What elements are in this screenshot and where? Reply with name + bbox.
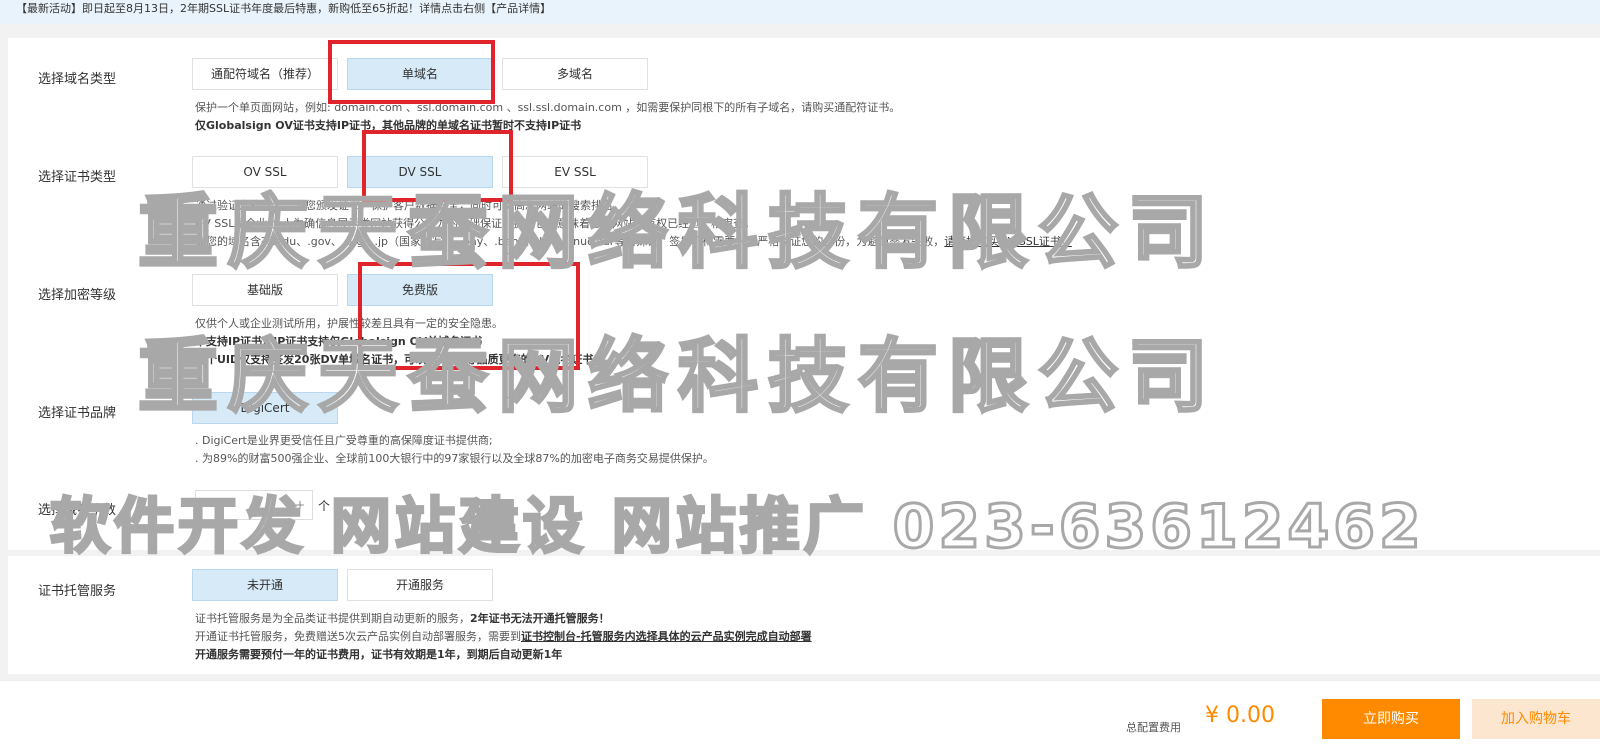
encryption-desc-3: 每个UID仅支持签发20张DV单域名证书，可以购买OV等品质更高的DV域名证书 (195, 353, 594, 366)
domain-type-note: 仅Globalsign OV证书支持IP证书，其他品牌的单域名证书暂时不支持IP… (195, 119, 582, 132)
cert-brand-label: 选择证书品牌 (38, 406, 117, 421)
cert-type-desc-1: 通过验证您的域名，为您颁发证书，保护客户数据安全，同时可提高您网站的搜索排名。 (195, 199, 624, 212)
cert-type-desc-2: DV SSL是企业/个人为确信息展示类网站获得公信力的基础保证，拥有它才意味着您… (195, 217, 756, 230)
option-dv-ssl[interactable]: DV SSL (347, 156, 493, 188)
add-to-cart-button[interactable]: 加入购物车 (1472, 699, 1600, 739)
option-free-edition[interactable]: 免费版 (347, 274, 493, 306)
brand-desc-2: . 为89%的财富500强企业、全球前100大银行中的97家银行以及全球87%的… (195, 452, 714, 465)
option-basic-edition[interactable]: 基础版 (192, 274, 338, 306)
hosting-label: 证书托管服务 (38, 584, 117, 599)
brand-desc-1: . DigiCert是业界更受信任且广受尊重的高保障度证书提供商; (195, 434, 493, 447)
domain-count-label: 选择域名个数 (38, 503, 117, 518)
total-cost-label: 总配置费用 (1126, 721, 1181, 734)
encryption-level-label: 选择加密等级 (38, 288, 117, 303)
promo-notice[interactable]: 【最新活动】即日起至8月13日，2年期SSL证书年度最后特惠，新购低至65折起！… (0, 0, 1600, 24)
hosting-desc-3: 开通服务需要预付一年的证书费用，证书有效期是1年，到期后自动更新1年 (195, 648, 563, 661)
domain-count-stepper: - + (195, 490, 313, 520)
option-ev-ssl[interactable]: EV SSL (502, 156, 648, 188)
option-single-domain[interactable]: 单域名 (347, 58, 493, 90)
encryption-desc-2: 不支持IP证书，IP证书支持仅Globalsign OV单域名证书 (195, 335, 483, 348)
option-hosting-on[interactable]: 开通服务 (347, 569, 493, 601)
total-price: ¥ 0.00 (1205, 703, 1275, 728)
domain-count-unit: 个 (318, 499, 331, 513)
increment-button[interactable]: + (288, 491, 312, 519)
hosting-desc-1: 证书托管服务是为全品类证书提供到期自动更新的服务，2年证书无法开通托管服务！ (195, 612, 610, 625)
decrement-button[interactable]: - (196, 491, 220, 519)
domain-type-desc: 保护一个单页面网站，例如: domain.com 、ssl.domain.com… (195, 101, 901, 114)
cert-type-desc-3: 如您的域名含有.edu、.gov、.org、.jp（国家缩写）、.pay、.ba… (195, 235, 1072, 248)
cert-type-label: 选择证书类型 (38, 170, 117, 185)
option-wildcard-domain[interactable]: 通配符域名（推荐） (192, 58, 338, 90)
option-digicert[interactable]: DigiCert (192, 392, 338, 424)
buy-now-button[interactable]: 立即购买 (1322, 699, 1460, 739)
option-multi-domain[interactable]: 多域名 (502, 58, 648, 90)
encryption-desc-1: 仅供个人或企业测试所用，护展性较差且具有一定的安全隐患。 (195, 317, 503, 330)
option-ov-ssl[interactable]: OV SSL (192, 156, 338, 188)
domain-type-label: 选择域名类型 (38, 72, 117, 87)
buy-ov-ssl-link[interactable]: 请直接购买OV SSL证书。 (944, 235, 1072, 248)
hosting-console-link[interactable]: 证书控制台-托管服务内选择具体的云产品实例完成自动部署 (521, 630, 812, 643)
domain-count-input[interactable] (220, 491, 288, 519)
hosting-desc-2: 开通证书托管服务，免费赠送5次云产品实例自动部署服务，需要到证书控制台-托管服务… (195, 630, 812, 643)
option-hosting-off[interactable]: 未开通 (192, 569, 338, 601)
purchase-bar: 总配置费用 ¥ 0.00 立即购买 加入购物车 (0, 680, 1600, 749)
